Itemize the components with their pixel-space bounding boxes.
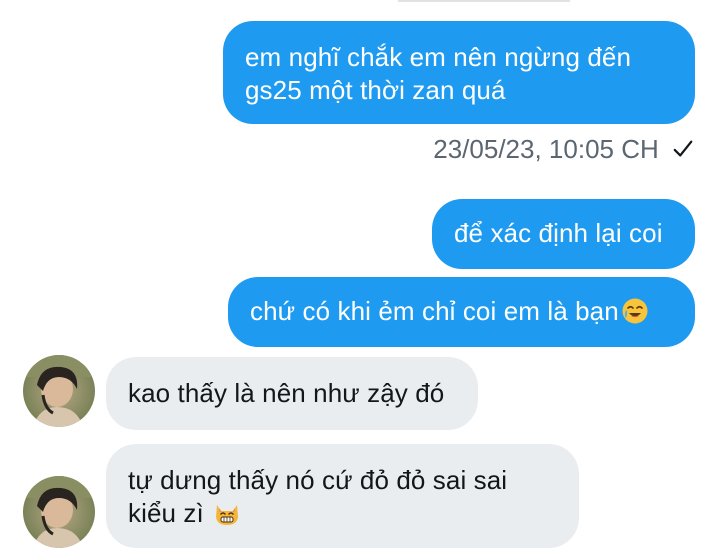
- message-text-line: gs25 một thời zan quá: [245, 75, 506, 105]
- message-text: để xác định lại coi: [454, 218, 663, 248]
- grinning-cat-emoji: [216, 505, 239, 525]
- outgoing-message-bubble[interactable]: chứ có khi ẻm chỉ coi em là bạn: [228, 277, 695, 347]
- message-status: 23/05/23, 10:05 CH: [433, 134, 694, 165]
- avatar[interactable]: [23, 355, 95, 427]
- message-text: kao thấy là nên như zậy đó: [128, 378, 445, 408]
- message-text: chứ có khi ẻm chỉ coi em là bạn: [250, 296, 619, 326]
- incoming-message-bubble[interactable]: tự dưng thấy nó cứ đỏ đỏ sai sai kiểu zì: [106, 444, 579, 548]
- message-text-line: em nghĩ chắk em nên ngừng đến: [245, 42, 632, 72]
- incoming-message-bubble[interactable]: kao thấy là nên như zậy đó: [106, 357, 478, 430]
- top-divider: [398, 0, 570, 2]
- crying-laughing-emoji: [622, 298, 648, 324]
- check-icon: [673, 140, 693, 157]
- outgoing-message-bubble[interactable]: em nghĩ chắk em nên ngừng đến gs25 một t…: [223, 21, 695, 124]
- avatar-photo: [23, 476, 95, 548]
- message-text-line: tự dưng thấy nó cứ đỏ đỏ sai sai: [128, 465, 508, 495]
- outgoing-message-bubble[interactable]: để xác định lại coi: [432, 199, 695, 269]
- message-timestamp: 23/05/23, 10:05 CH: [433, 134, 659, 164]
- message-text-line: kiểu zì: [128, 497, 557, 530]
- avatar[interactable]: [23, 476, 95, 548]
- avatar-photo: [23, 355, 95, 427]
- message-text: kiểu zì: [128, 498, 204, 528]
